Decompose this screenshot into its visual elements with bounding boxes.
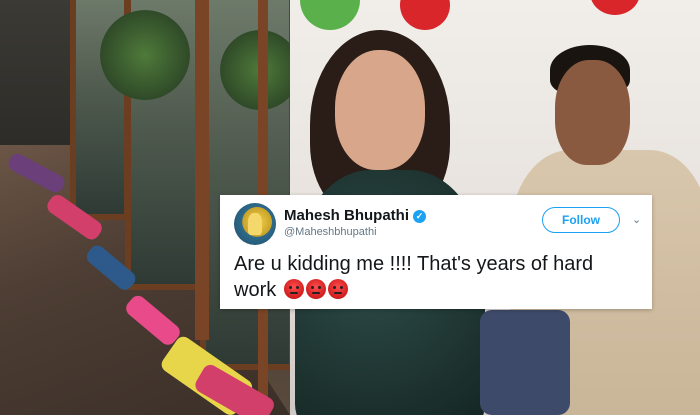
angry-face-emoji	[305, 279, 326, 299]
display-name-text[interactable]: Mahesh Bhupathi	[284, 207, 409, 224]
greenery	[220, 30, 290, 110]
avatar[interactable]	[234, 203, 276, 245]
tweet-text: Are u kidding me !!!! That's years of ha…	[234, 251, 638, 303]
follow-button[interactable]: Follow	[542, 207, 620, 233]
banner-logo	[400, 0, 450, 30]
angry-face-emoji	[283, 279, 304, 299]
chair	[480, 310, 570, 415]
avatar-figure	[248, 213, 262, 235]
banner-logo	[300, 0, 360, 30]
man-face	[555, 60, 630, 165]
banner-logo	[590, 0, 640, 15]
greenery	[100, 10, 190, 100]
window-frame-post	[195, 0, 209, 340]
verified-badge-icon: ✓	[413, 210, 427, 223]
tweet-card: Mahesh Bhupathi ✓ @Maheshbhupathi Follow …	[220, 195, 652, 309]
angry-face-emoji	[327, 279, 348, 299]
woman-face	[335, 50, 425, 170]
chevron-down-icon[interactable]: ⌄	[632, 213, 641, 226]
display-name[interactable]: Mahesh Bhupathi ✓	[284, 207, 427, 224]
user-handle[interactable]: @Maheshbhupathi	[284, 226, 377, 238]
